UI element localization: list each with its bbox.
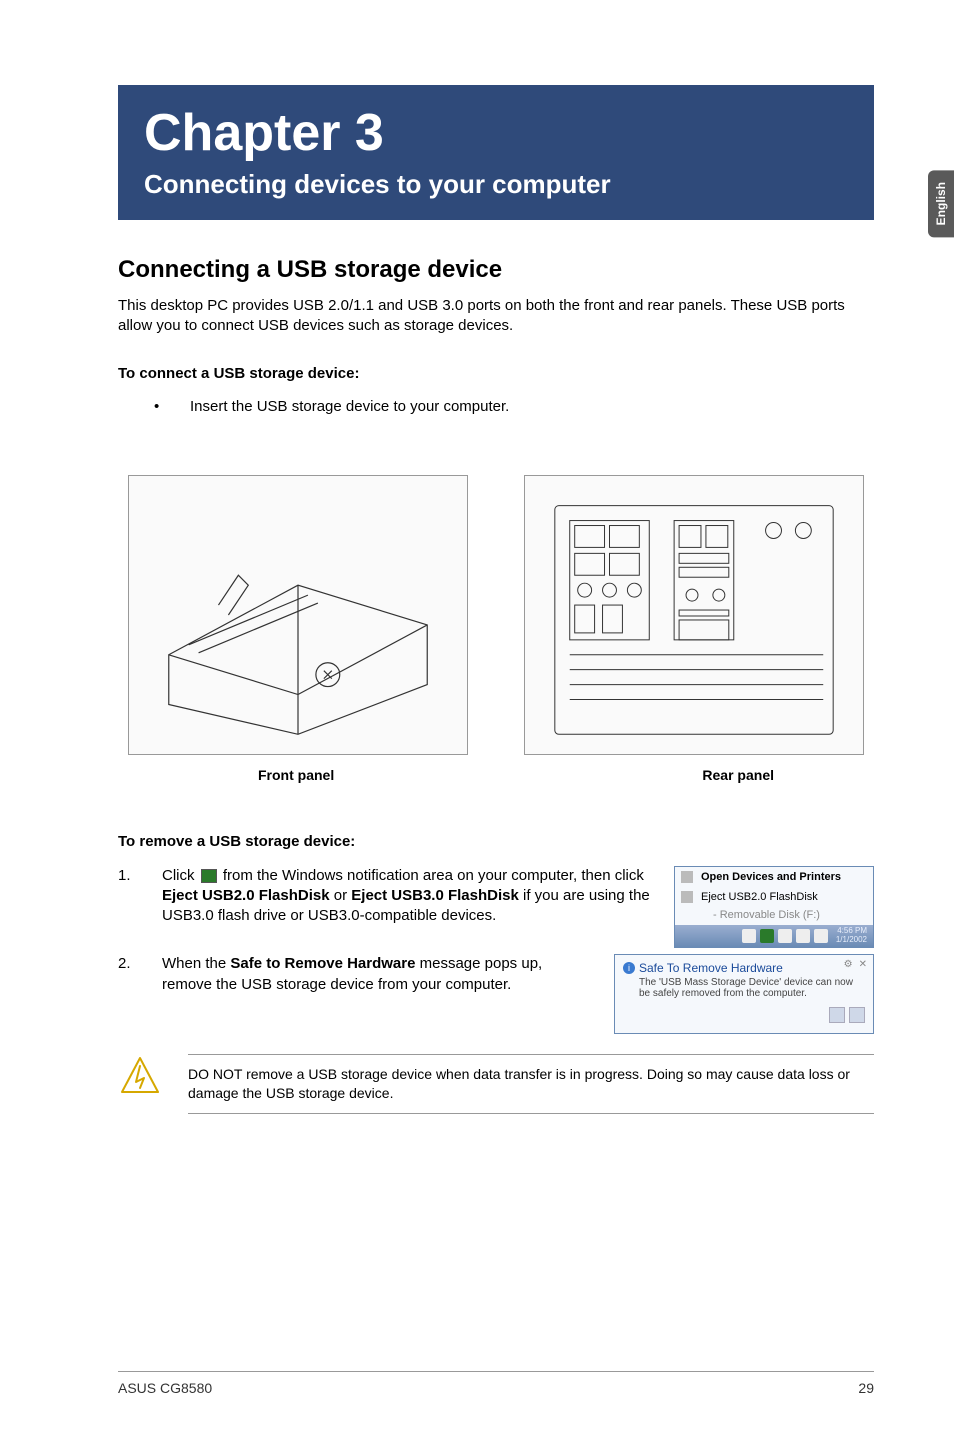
figure-row	[118, 475, 874, 755]
menu-eject-flashdisk[interactable]: Eject USB2.0 FlashDisk	[675, 887, 873, 907]
chapter-subtitle: Connecting devices to your computer	[144, 169, 848, 200]
balloon-chevron-icon[interactable]	[829, 1007, 845, 1023]
step-1-text: Click from the Windows notification area…	[162, 866, 662, 927]
eject-menu-screenshot: Open Devices and Printers Eject USB2.0 F…	[674, 866, 874, 948]
tray-clock: 4:56 PM 1/1/2002	[836, 927, 867, 945]
step-2-bold: Safe to Remove Hardware	[230, 955, 415, 972]
step-1-or: or	[330, 887, 352, 904]
devices-icon	[681, 871, 693, 883]
connect-heading: To connect a USB storage device:	[118, 365, 874, 382]
tray-eject-icon	[201, 869, 217, 883]
chapter-title: Chapter 3	[144, 103, 848, 163]
safe-remove-screenshot: ⚙ ✕ i Safe To Remove Hardware The 'USB M…	[614, 954, 874, 1034]
step-1-pre: Click	[162, 867, 199, 884]
info-icon: i	[623, 962, 635, 974]
rear-panel-caption: Rear panel	[702, 767, 774, 783]
system-tray: 4:56 PM 1/1/2002	[675, 925, 873, 947]
balloon-close-icon[interactable]: ✕	[859, 959, 867, 970]
tray-chevron-icon[interactable]	[742, 929, 756, 943]
rear-panel-figure	[524, 475, 864, 755]
footer-model: ASUS CG8580	[118, 1380, 212, 1396]
step-2-text: When the Safe to Remove Hardware message…	[162, 954, 594, 995]
chapter-header: Chapter 3 Connecting devices to your com…	[118, 85, 874, 220]
safe-remove-balloon: ⚙ ✕ i Safe To Remove Hardware The 'USB M…	[614, 954, 874, 1034]
menu-open-devices[interactable]: Open Devices and Printers	[675, 867, 873, 887]
tray-date: 1/1/2002	[836, 936, 867, 945]
footer-page-number: 29	[858, 1380, 874, 1396]
tray-volume-icon[interactable]	[778, 929, 792, 943]
connect-bullet-row: • Insert the USB storage device to your …	[154, 398, 874, 415]
tray-network-icon[interactable]	[814, 929, 828, 943]
warning-icon	[118, 1054, 162, 1103]
balloon-title-text: Safe To Remove Hardware	[639, 961, 783, 975]
step-1-row: 1. Click from the Windows notification a…	[118, 866, 662, 927]
balloon-gear-icon[interactable]: ⚙	[844, 959, 853, 970]
balloon-tray-icon[interactable]	[849, 1007, 865, 1023]
remove-heading: To remove a USB storage device:	[118, 833, 874, 850]
front-panel-caption: Front panel	[258, 767, 334, 783]
step-1-bold1: Eject USB2.0 FlashDisk	[162, 887, 330, 904]
bullet-dot: •	[154, 398, 190, 415]
tray-safely-remove-icon[interactable]	[760, 929, 774, 943]
step-1-num: 1.	[118, 866, 162, 927]
tray-flag-icon[interactable]	[796, 929, 810, 943]
menu-eject-label: Eject USB2.0 FlashDisk	[701, 891, 818, 903]
eject-menu-popup: Open Devices and Printers Eject USB2.0 F…	[674, 866, 874, 948]
menu-removable-disk[interactable]: - Removable Disk (F:)	[675, 907, 873, 925]
menu-open-label: Open Devices and Printers	[701, 871, 841, 883]
front-panel-figure	[128, 475, 468, 755]
balloon-body-text: The 'USB Mass Storage Device' device can…	[623, 977, 865, 999]
menu-removable-label: Removable Disk (F:)	[720, 909, 820, 921]
warning-row: DO NOT remove a USB storage device when …	[118, 1054, 874, 1114]
figure-captions: Front panel Rear panel	[118, 767, 874, 783]
disk-icon	[681, 891, 693, 903]
section-title: Connecting a USB storage device	[118, 256, 874, 284]
page-footer: ASUS CG8580 29	[118, 1371, 874, 1396]
step-1-mid1: from the Windows notification area on yo…	[219, 867, 644, 884]
warning-text: DO NOT remove a USB storage device when …	[188, 1054, 874, 1114]
page: English Chapter 3 Connecting devices to …	[0, 0, 954, 1438]
balloon-footer	[623, 1007, 865, 1023]
step-2-pre: When the	[162, 955, 230, 972]
step-2-num: 2.	[118, 954, 162, 995]
step-1-bold2: Eject USB3.0 FlashDisk	[351, 887, 519, 904]
step-2-row: 2. When the Safe to Remove Hardware mess…	[118, 954, 594, 995]
step-1-block: 1. Click from the Windows notification a…	[118, 866, 874, 955]
balloon-title-row: i Safe To Remove Hardware	[623, 961, 865, 975]
section-intro: This desktop PC provides USB 2.0/1.1 and…	[118, 296, 874, 337]
language-tab: English	[928, 170, 954, 237]
step-2-block: 2. When the Safe to Remove Hardware mess…	[118, 954, 874, 1034]
connect-bullet-text: Insert the USB storage device to your co…	[190, 398, 509, 415]
